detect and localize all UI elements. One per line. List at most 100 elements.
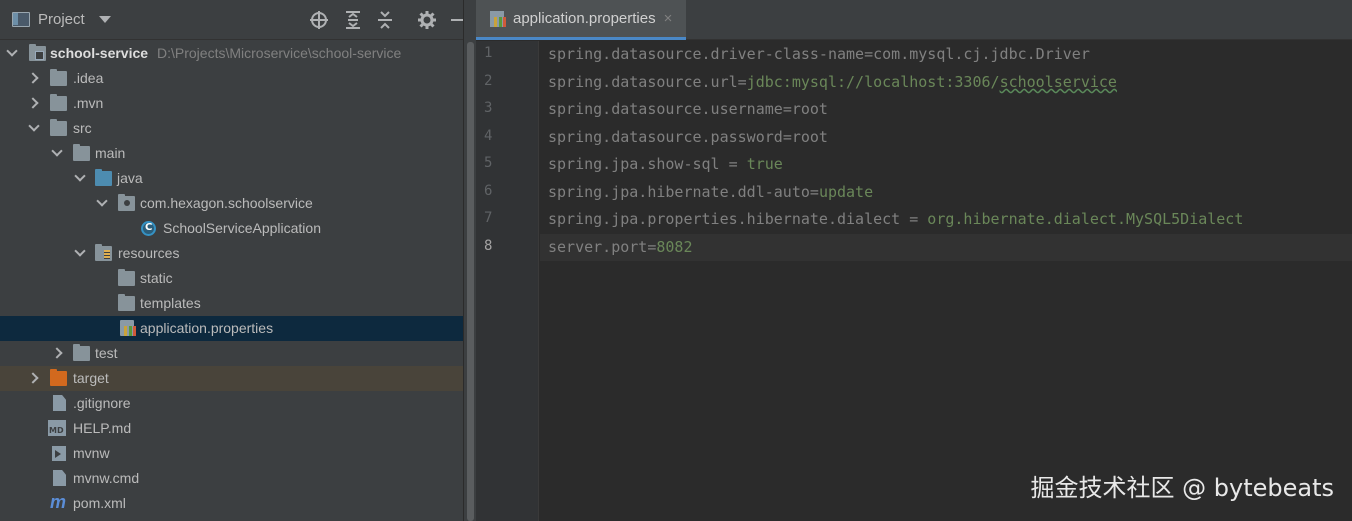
folder-icon xyxy=(73,144,90,161)
property-key: spring.datasource.password xyxy=(548,128,783,146)
resources-folder-icon xyxy=(95,244,112,261)
property-key: spring.jpa.properties.hibernate.dialect xyxy=(548,210,901,228)
excluded-folder-icon xyxy=(50,369,67,386)
tree-node-idea[interactable]: .idea xyxy=(0,66,463,91)
project-panel-header: Project xyxy=(0,0,467,40)
chevron-down-icon[interactable] xyxy=(74,172,86,184)
chevron-down-icon[interactable] xyxy=(74,247,86,259)
chevron-right-icon[interactable] xyxy=(51,347,63,359)
tree-node-path: D:\Projects\Microservice\school-service xyxy=(157,45,402,61)
tree-node-app-class[interactable]: SchoolServiceApplication xyxy=(0,216,463,241)
property-key: spring.datasource.username xyxy=(548,100,783,118)
tree-node-mvnw[interactable]: mvnw xyxy=(0,441,463,466)
chevron-right-icon[interactable] xyxy=(27,372,39,384)
property-value: jdbc:mysql://localhost:3306/ xyxy=(746,73,1000,91)
code-line[interactable]: spring.jpa.hibernate.ddl-auto=update xyxy=(540,179,1352,206)
code-line[interactable]: spring.datasource.password=root xyxy=(540,124,1352,151)
tree-node-label: resources xyxy=(118,245,180,261)
tree-node-label: .mvn xyxy=(73,95,104,111)
properties-file-icon xyxy=(120,320,136,336)
maven-file-icon: m xyxy=(50,492,67,512)
property-key: spring.datasource.driver-class-name xyxy=(548,45,865,63)
tree-node-templates[interactable]: templates xyxy=(0,291,463,316)
tree-node-main[interactable]: main xyxy=(0,141,463,166)
folder-icon xyxy=(118,269,135,286)
tree-node-resources[interactable]: resources xyxy=(0,241,463,266)
property-value: org.hibernate.dialect.MySQL5Dialect xyxy=(927,210,1244,228)
class-icon xyxy=(141,221,156,236)
tree-node-label: static xyxy=(140,270,173,286)
project-scrollbar[interactable] xyxy=(463,0,476,521)
shell-script-icon xyxy=(52,446,66,461)
folder-icon xyxy=(118,294,135,311)
expand-all-icon[interactable] xyxy=(343,10,363,30)
tree-node-label: SchoolServiceApplication xyxy=(163,220,321,236)
tree-node-mvnw-cmd[interactable]: mvnw.cmd xyxy=(0,466,463,491)
module-folder-icon xyxy=(29,44,46,61)
project-tree: school-service D:\Projects\Microservice\… xyxy=(0,41,474,516)
chevron-down-icon[interactable] xyxy=(51,147,63,159)
code-line-current[interactable]: server.port=8082 xyxy=(540,234,1352,261)
tree-node-root[interactable]: school-service D:\Projects\Microservice\… xyxy=(0,41,463,66)
folder-icon xyxy=(50,94,67,111)
project-panel: Project school-service D:\Projects\Micro… xyxy=(0,0,474,521)
property-value: update xyxy=(818,183,874,201)
separator: = xyxy=(809,183,819,201)
tree-node-target[interactable]: target xyxy=(0,366,474,391)
property-value: com.mysql.cj.jdbc.Driver xyxy=(873,45,1090,63)
tree-node-application-properties[interactable]: application.properties xyxy=(0,316,474,341)
tree-node-label: school-service xyxy=(50,45,149,61)
property-value: root xyxy=(791,128,828,146)
tree-node-mvn[interactable]: .mvn xyxy=(0,91,463,116)
line-number: 3 xyxy=(484,100,493,116)
cmd-file-icon xyxy=(53,470,66,486)
code-line[interactable]: spring.datasource.driver-class-name=com.… xyxy=(540,41,1352,68)
separator: = xyxy=(864,45,874,63)
tab-application-properties[interactable]: application.properties × xyxy=(476,0,686,40)
tree-node-label: HELP.md xyxy=(73,420,132,436)
chevron-down-icon[interactable] xyxy=(96,197,108,209)
scrollbar-thumb[interactable] xyxy=(467,42,474,521)
tree-node-label: mvnw.cmd xyxy=(73,470,140,486)
collapse-all-icon[interactable] xyxy=(375,10,395,30)
tree-node-label: mvnw xyxy=(73,445,110,461)
code-line[interactable]: spring.jpa.properties.hibernate.dialect … xyxy=(540,206,1352,233)
property-value: 8082 xyxy=(656,238,693,256)
separator: = xyxy=(782,128,792,146)
tree-node-java[interactable]: java xyxy=(0,166,463,191)
property-key: spring.jpa.hibernate.ddl-auto xyxy=(548,183,810,201)
code-line[interactable]: spring.datasource.url=jdbc:mysql://local… xyxy=(540,69,1352,96)
tree-node-gitignore[interactable]: .gitignore xyxy=(0,391,463,416)
tree-node-package[interactable]: com.hexagon.schoolservice xyxy=(0,191,463,216)
code-line[interactable]: spring.datasource.username=root xyxy=(540,96,1352,123)
chevron-right-icon[interactable] xyxy=(27,97,39,109)
gear-icon[interactable] xyxy=(417,10,437,30)
tree-node-label: test xyxy=(95,345,118,361)
line-number: 2 xyxy=(484,73,493,89)
tree-node-static[interactable]: static xyxy=(0,266,463,291)
project-view-selector[interactable]: Project xyxy=(12,11,111,28)
locate-icon[interactable] xyxy=(309,10,329,30)
markdown-file-icon xyxy=(48,420,66,436)
watermark: 掘金技术社区 @ bytebeats xyxy=(1030,474,1335,502)
chevron-right-icon[interactable] xyxy=(27,72,39,84)
line-number: 8 xyxy=(484,238,493,254)
tree-node-src[interactable]: src xyxy=(0,116,463,141)
chevron-down-icon[interactable] xyxy=(98,16,111,23)
code-line[interactable]: spring.jpa.show-sql = true xyxy=(540,151,1352,178)
package-icon xyxy=(118,194,135,211)
tab-label: application.properties xyxy=(513,10,656,27)
property-key: spring.jpa.show-sql xyxy=(548,155,720,173)
close-icon[interactable]: × xyxy=(664,10,673,27)
line-number-gutter: 1 2 3 4 5 6 7 8 xyxy=(476,41,539,521)
tree-node-help[interactable]: HELP.md xyxy=(0,416,463,441)
tree-node-label: application.properties xyxy=(140,320,274,336)
separator: = xyxy=(782,100,792,118)
code-editor[interactable]: spring.datasource.driver-class-name=com.… xyxy=(540,41,1352,521)
chevron-down-icon[interactable] xyxy=(28,122,40,134)
tree-node-test[interactable]: test xyxy=(0,341,463,366)
chevron-down-icon[interactable] xyxy=(6,47,18,59)
line-number: 4 xyxy=(484,128,493,144)
tree-node-pom[interactable]: m pom.xml xyxy=(0,491,463,516)
property-key: server.port xyxy=(548,238,648,256)
